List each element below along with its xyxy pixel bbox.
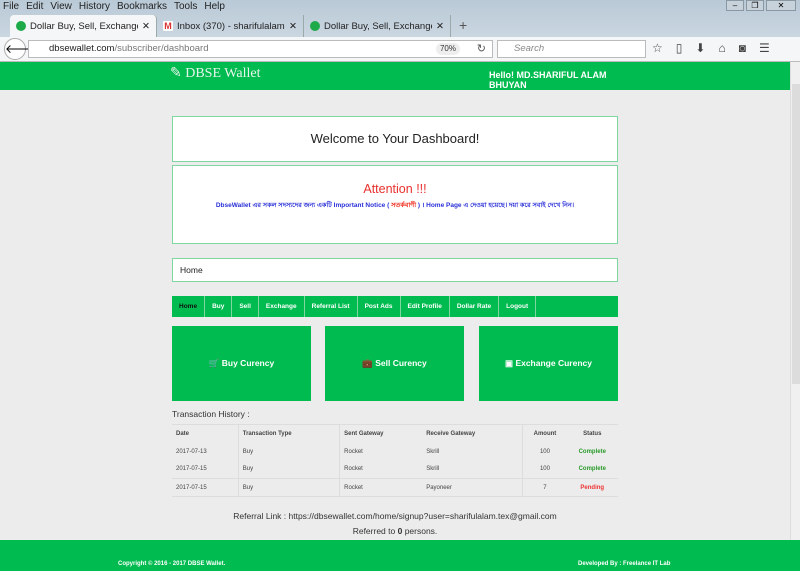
table-header: Date Transaction Type Sent Gateway Recei… [172, 424, 618, 443]
search-input[interactable]: Search [497, 40, 646, 58]
reload-icon[interactable]: ↻ [477, 41, 486, 57]
menu-tools[interactable]: Tools [174, 1, 197, 12]
nav-buy[interactable]: Buy [205, 296, 233, 317]
site-logo[interactable]: ✎ DBSE Wallet [170, 65, 260, 82]
menu-view[interactable]: View [50, 1, 72, 12]
maximize-button[interactable]: ❐ [746, 0, 764, 11]
sell-currency-button[interactable]: 💼 Sell Curency [325, 326, 464, 401]
dashboard-nav: Home Buy Sell Exchange Referral List Pos… [172, 296, 618, 317]
buy-currency-button[interactable]: 🛒 Buy Curency [172, 326, 311, 401]
referral-link: Referral Link : https://dbsewallet.com/h… [233, 511, 557, 521]
copyright: Copyright © 2016 - 2017 DBSE Wallet. [118, 561, 226, 567]
bookmark-star-icon[interactable]: ☆ [652, 41, 663, 55]
gmail-icon: M [163, 21, 173, 31]
attention-title: Attention !!! [363, 182, 427, 196]
close-window-button[interactable]: ✕ [766, 0, 796, 11]
table-row: 2017-07-13 Buy Rocket Skrill 100 Complete [172, 442, 618, 461]
referral-count: Referred to 0 persons. [352, 526, 438, 536]
tab-gmail[interactable]: MInbox (370) - sharifulalam.tex✕ [157, 15, 304, 37]
close-tab-icon[interactable]: ✕ [142, 21, 150, 32]
breadcrumb: Home [172, 258, 618, 282]
favicon-icon [310, 21, 320, 31]
menu-history[interactable]: History [79, 1, 110, 12]
back-button[interactable]: 🡐 [4, 38, 37, 60]
attention-panel: Attention !!! DbseWallet এর সকল সদস্যদের… [172, 165, 618, 244]
briefcase-icon: 💼 [362, 358, 373, 368]
user-greeting: Hello! MD.SHARIFUL ALAM BHUYAN [489, 70, 607, 90]
menu-file[interactable]: File [3, 1, 19, 12]
status-badge: Pending [566, 478, 618, 497]
minimize-button[interactable]: – [726, 0, 744, 11]
nav-home[interactable]: Home [172, 296, 206, 317]
cart-icon: 🛒 [208, 358, 220, 368]
address-bar[interactable]: dbsewallet.com/subscriber/dashboard 70% ↻ [28, 40, 493, 58]
notice-text: DbseWallet এর সকল সদস্যদের জন্য একটি Imp… [215, 202, 575, 209]
clipboard-icon[interactable]: ▯ [676, 41, 683, 55]
nav-exchange[interactable]: Exchange [259, 296, 305, 317]
favicon-icon [16, 21, 26, 31]
site-header: ✎ DBSE Wallet Hello! MD.SHARIFUL ALAM BH… [0, 62, 790, 90]
exchange-currency-button[interactable]: ▣ Exchange Curency [479, 326, 618, 401]
site-footer: Copyright © 2016 - 2017 DBSE Wallet. Dev… [0, 540, 800, 571]
nav-post-ads[interactable]: Post Ads [358, 296, 401, 317]
nav-logout[interactable]: Logout [499, 296, 537, 317]
nav-sell[interactable]: Sell [232, 296, 259, 317]
welcome-panel: Welcome to Your Dashboard! [172, 116, 618, 162]
browser-chrome: File Edit View History Bookmarks Tools Help – ❐… [0, 0, 800, 62]
tab-dbse-2[interactable]: Dollar Buy, Sell, Exchange Wa✕ [304, 15, 451, 37]
money-icon: ▣ [505, 358, 514, 368]
tab-dbse-1[interactable]: Dollar Buy, Sell, Exchange Wa✕ [10, 15, 157, 37]
transaction-history-title: Transaction History : [172, 409, 250, 419]
hamburger-menu-icon[interactable]: ☰ [759, 41, 770, 55]
nav-referral-list[interactable]: Referral List [305, 296, 358, 317]
menu-edit[interactable]: Edit [26, 1, 43, 12]
status-badge: Complete [578, 466, 606, 473]
close-tab-icon[interactable]: ✕ [436, 21, 444, 32]
scrollbar[interactable] [790, 62, 800, 540]
pocket-icon[interactable]: ◙ [739, 41, 746, 55]
menu-help[interactable]: Help [204, 1, 225, 12]
close-tab-icon[interactable]: ✕ [289, 21, 297, 32]
table-row: 2017-07-15 Buy Rocket Skrill 100 Complete [172, 460, 618, 479]
menu-bar: File Edit View History Bookmarks Tools Help [3, 1, 232, 12]
new-tab-button[interactable]: + [451, 15, 475, 37]
nav-edit-profile[interactable]: Edit Profile [401, 296, 450, 317]
status-badge: Complete [578, 448, 606, 455]
developer-credit: Developed By : Freelance IT Lab [578, 561, 671, 567]
menu-bookmarks[interactable]: Bookmarks [117, 1, 167, 12]
transaction-table: Date Transaction Type Sent Gateway Recei… [172, 424, 618, 497]
nav-dollar-rate[interactable]: Dollar Rate [450, 296, 500, 317]
zoom-level[interactable]: 70% [435, 43, 460, 55]
download-icon[interactable]: ⬇ [695, 41, 705, 55]
table-row: 2017-07-15 Buy Rocket Payoneer 7 Pending [172, 478, 618, 497]
home-icon[interactable]: ⌂ [718, 41, 725, 55]
